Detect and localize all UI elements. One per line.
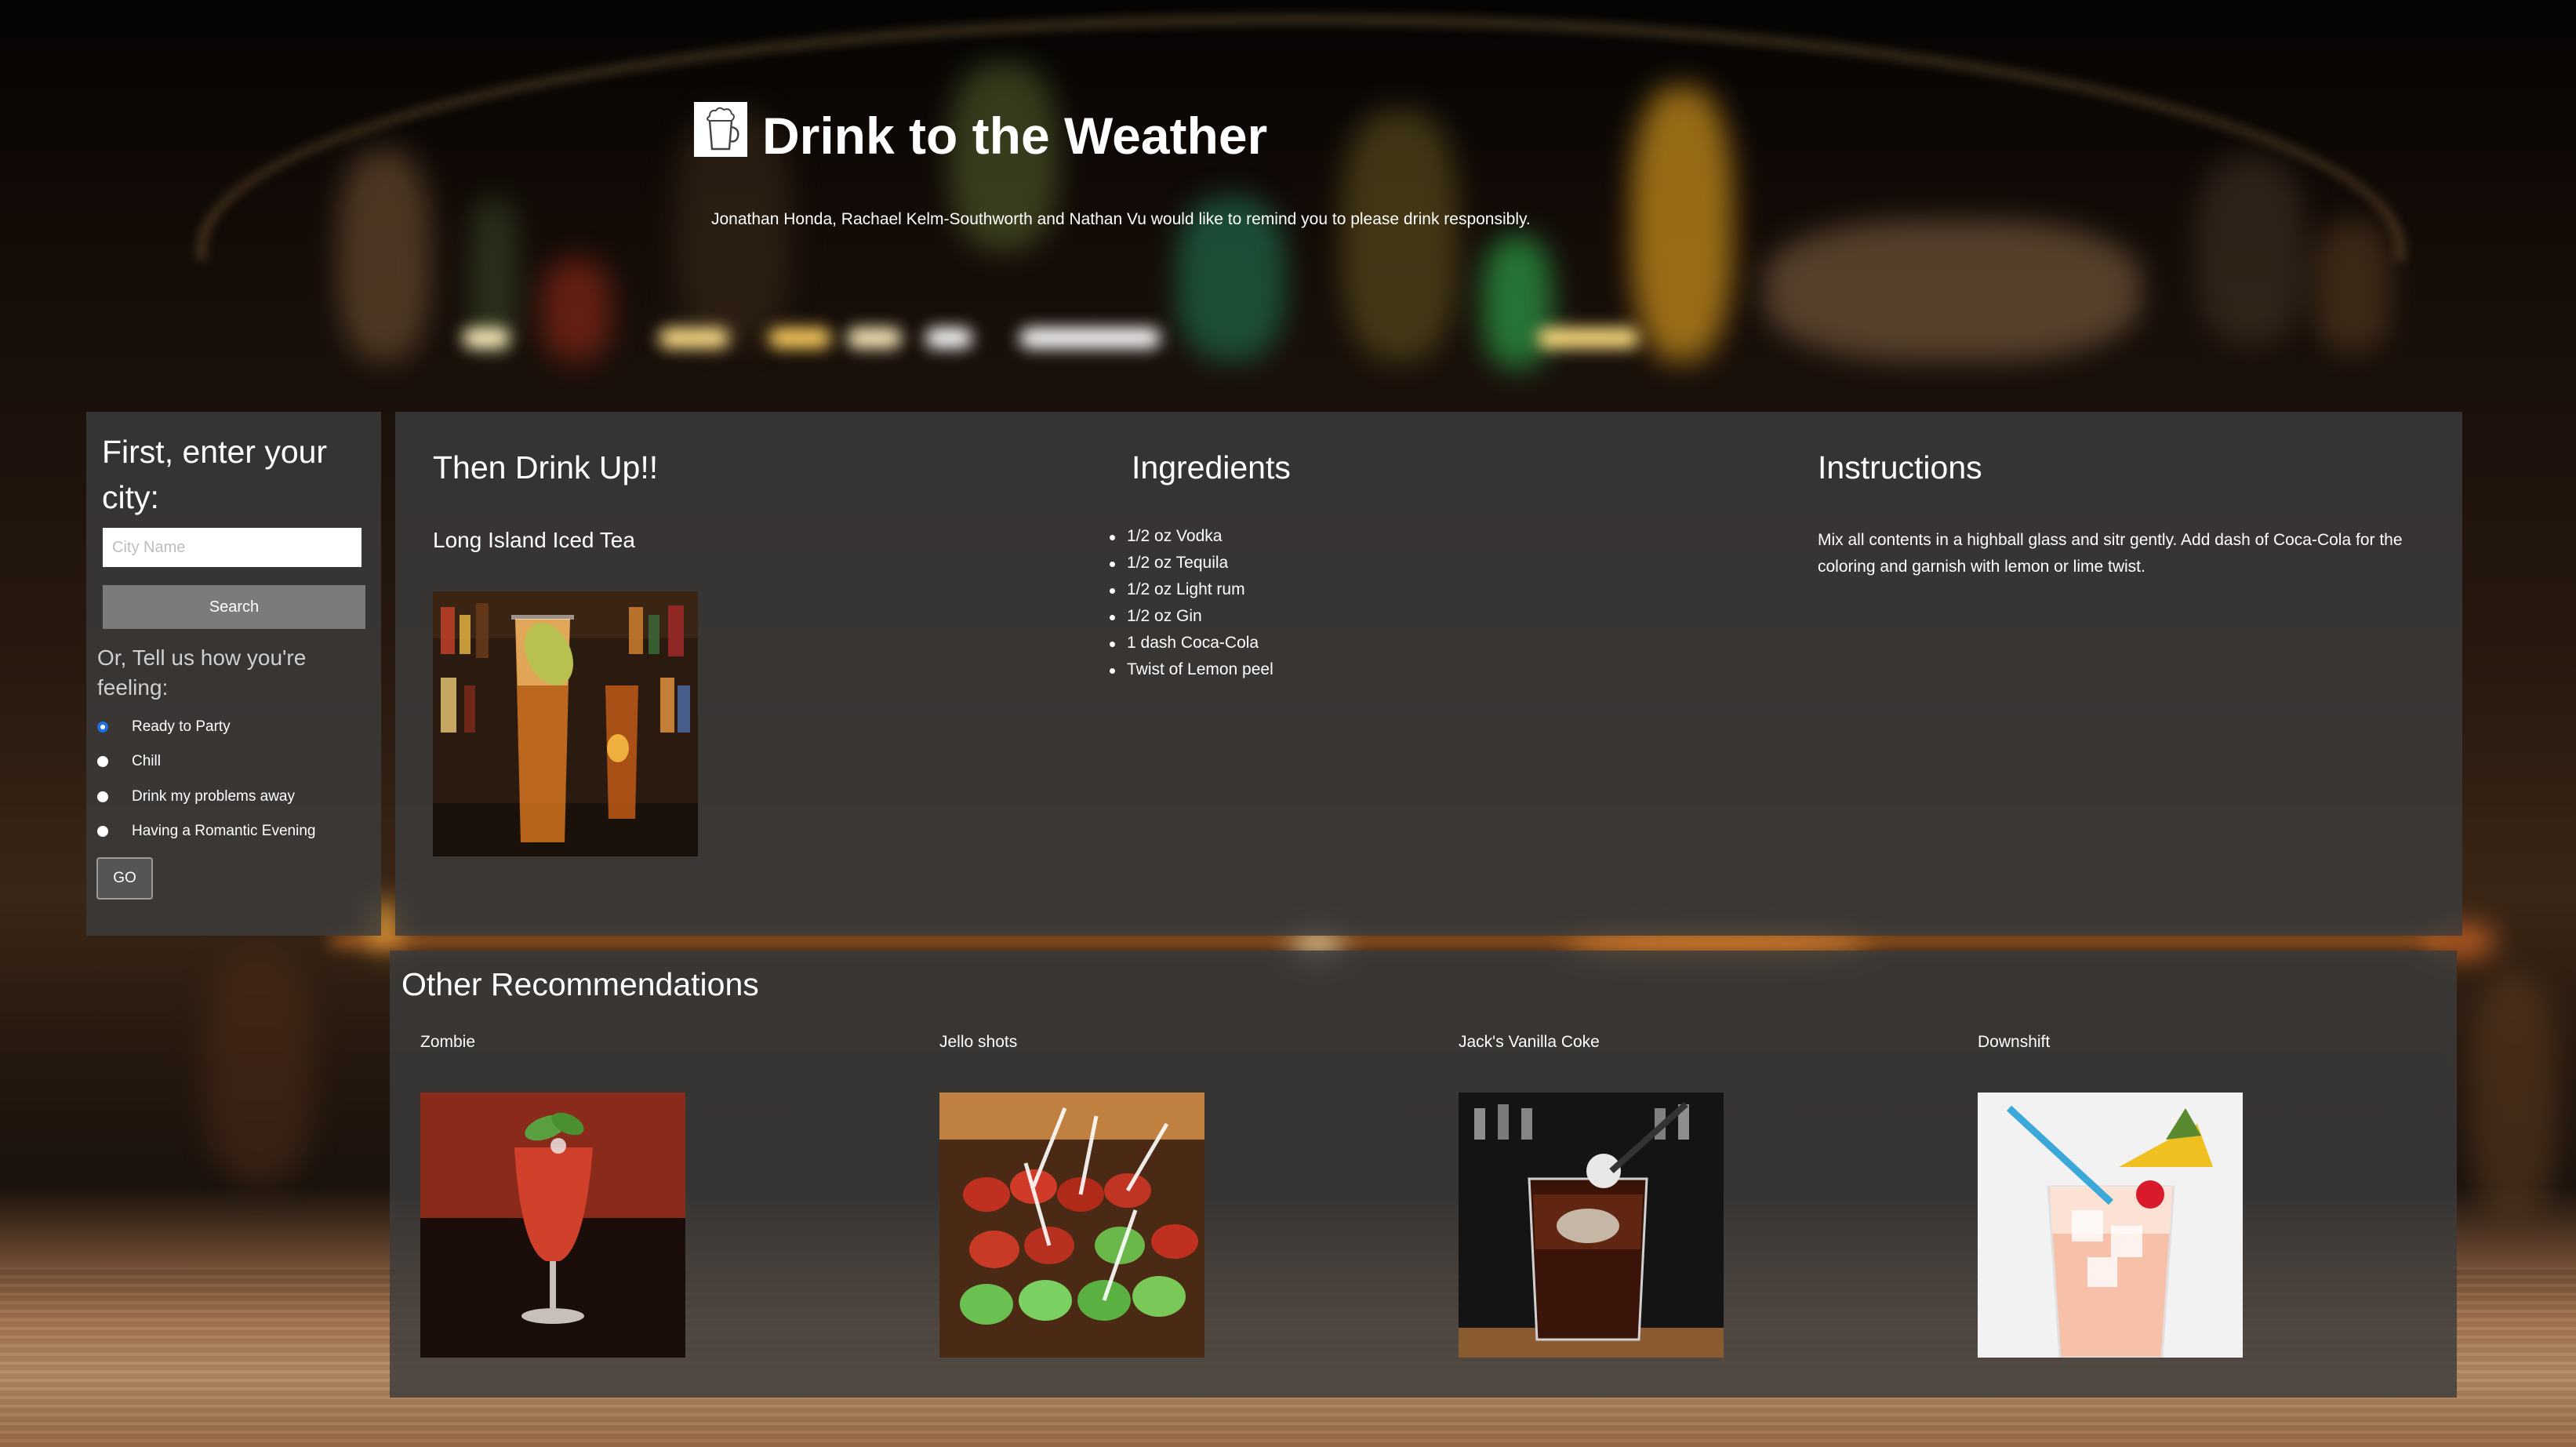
mood-option-ready-to-party[interactable]: Ready to Party [97, 718, 231, 736]
drink-photo-long-island [433, 591, 698, 856]
ingredients-list: 1/2 oz Vodka 1/2 oz Tequila 1/2 oz Light… [1110, 523, 1273, 683]
city-input[interactable] [103, 528, 362, 567]
drink-panel: Then Drink Up!! Long Island Iced Tea Ing… [395, 412, 2462, 936]
ingredients-heading: Ingredients [1132, 449, 1291, 485]
drink-photo-jacks-vanilla-coke [1459, 1093, 1724, 1358]
mood-heading: Or, Tell us how you're feeling: [97, 645, 307, 700]
recommendation-jello-shots[interactable]: Jello shots [939, 1033, 1204, 1358]
go-button[interactable]: GO [96, 857, 153, 900]
recommendation-name: Downshift [1978, 1033, 2051, 1051]
mood-option-label: Drink my problems away [132, 788, 295, 805]
mood-option-drink-problems-away[interactable]: Drink my problems away [97, 788, 295, 805]
drink-photo-zombie [420, 1093, 685, 1358]
responsibility-notice: Jonathan Honda, Rachael Kelm-Southworth … [711, 210, 1531, 228]
drink-photo-downshift [1978, 1093, 2243, 1358]
mood-option-label: Ready to Party [132, 718, 231, 735]
recommendations-panel: Other Recommendations Zombie Jello shots [390, 951, 2457, 1398]
page-title: Drink to the Weather [762, 107, 1268, 165]
drink-photo-jello-shots [939, 1093, 1204, 1358]
mood-option-romantic-evening[interactable]: Having a Romantic Evening [97, 823, 315, 840]
radio-button[interactable] [97, 826, 108, 837]
mood-option-label: Having a Romantic Evening [132, 823, 316, 839]
recommendation-name: Jack's Vanilla Coke [1459, 1033, 1600, 1051]
instructions-heading: Instructions [1818, 449, 1982, 485]
radio-button[interactable] [97, 722, 108, 733]
recommendation-name: Jello shots [939, 1033, 1018, 1051]
list-item: Twist of Lemon peel [1110, 656, 1273, 683]
radio-button[interactable] [97, 791, 108, 802]
recommendation-downshift[interactable]: Downshift [1978, 1033, 2243, 1358]
drink-heading: Then Drink Up!! [433, 449, 659, 485]
list-item: 1/2 oz Tequila [1110, 550, 1273, 576]
list-item: 1/2 oz Light rum [1110, 576, 1273, 603]
instructions-text: Mix all contents in a highball glass and… [1818, 531, 2403, 576]
search-button[interactable]: Search [103, 585, 365, 629]
recommendation-zombie[interactable]: Zombie [420, 1033, 685, 1358]
list-item: 1 dash Coca-Cola [1110, 630, 1273, 656]
city-heading: First, enter your city: [102, 434, 328, 515]
recommendations-heading: Other Recommendations [401, 966, 759, 1002]
mood-option-label: Chill [132, 753, 161, 769]
recommendation-name: Zombie [420, 1033, 476, 1051]
mood-option-chill[interactable]: Chill [97, 753, 161, 770]
list-item: 1/2 oz Vodka [1110, 523, 1273, 550]
radio-button[interactable] [97, 756, 108, 767]
cocktail-glass-icon [694, 102, 747, 157]
list-item: 1/2 oz Gin [1110, 603, 1273, 630]
drink-name: Long Island Iced Tea [433, 528, 635, 552]
recommendation-jacks-vanilla-coke[interactable]: Jack's Vanilla Coke [1459, 1033, 1724, 1358]
search-panel: First, enter your city: Search Or, Tell … [86, 412, 381, 936]
